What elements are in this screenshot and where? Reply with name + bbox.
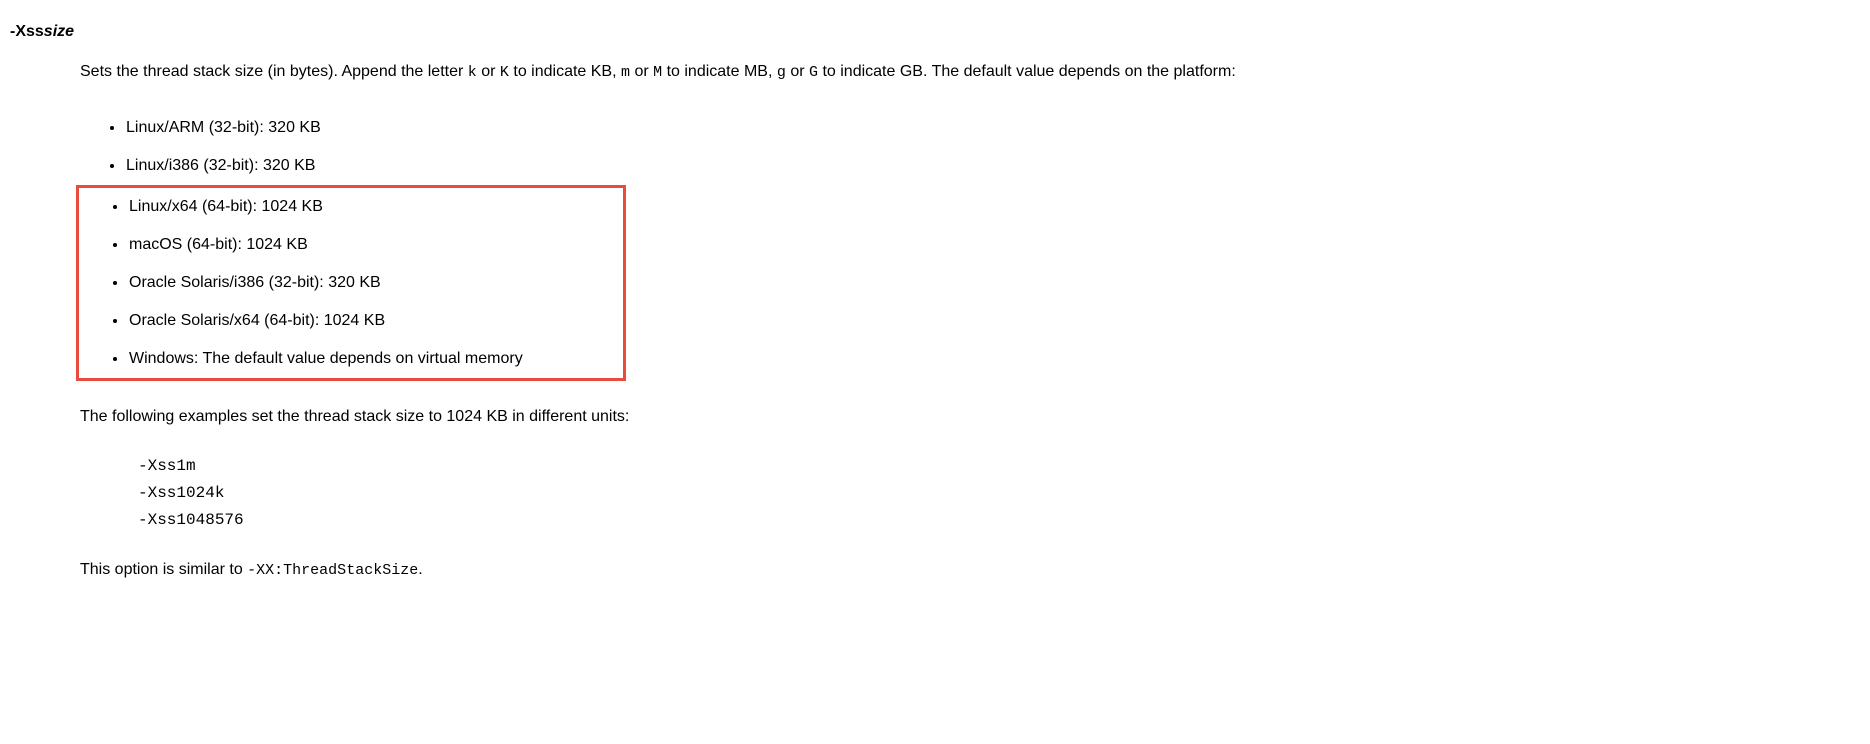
code-g: g xyxy=(777,64,786,81)
option-param: size xyxy=(44,23,74,40)
code-threadstacksize: -XX:ThreadStackSize xyxy=(247,562,418,579)
option-prefix: -Xss xyxy=(10,23,44,40)
intro-text: or xyxy=(477,63,500,80)
intro-paragraph: Sets the thread stack size (in bytes). A… xyxy=(80,60,1860,85)
platform-text: Linux/x64 (64-bit): 1024 KB xyxy=(129,198,323,215)
code-k: k xyxy=(468,64,477,81)
intro-text: Sets the thread stack size (in bytes). A… xyxy=(80,63,468,80)
similar-text: . xyxy=(418,561,422,578)
platform-text: Oracle Solaris/x64 (64-bit): 1024 KB xyxy=(129,312,385,329)
platform-text: Linux/ARM (32-bit): 320 KB xyxy=(126,119,321,136)
list-item: macOS (64-bit): 1024 KB xyxy=(83,226,623,264)
code-k-upper: K xyxy=(500,64,509,81)
intro-text: to indicate GB. The default value depend… xyxy=(818,63,1236,80)
similar-text: This option is similar to xyxy=(80,561,247,578)
list-item: Oracle Solaris/x64 (64-bit): 1024 KB xyxy=(83,302,623,340)
platform-list: Linux/ARM (32-bit): 320 KB Linux/i386 (3… xyxy=(80,109,1860,381)
platform-text: macOS (64-bit): 1024 KB xyxy=(129,236,308,253)
similar-option: This option is similar to -XX:ThreadStac… xyxy=(80,558,1860,583)
code-m: m xyxy=(621,64,630,81)
intro-text: to indicate MB, xyxy=(662,63,777,80)
platform-text: Oracle Solaris/i386 (32-bit): 320 KB xyxy=(129,274,381,291)
list-item: Windows: The default value depends on vi… xyxy=(83,340,623,378)
list-item: Linux/i386 (32-bit): 320 KB xyxy=(80,147,1860,185)
list-item: Linux/ARM (32-bit): 320 KB xyxy=(80,109,1860,147)
examples-intro: The following examples set the thread st… xyxy=(80,405,1860,429)
intro-text: or xyxy=(630,63,653,80)
platform-text: Windows: The default value depends on vi… xyxy=(129,350,523,367)
list-item: Linux/x64 (64-bit): 1024 KB xyxy=(83,188,623,226)
code-examples: -Xss1m -Xss1024k -Xss1048576 xyxy=(138,453,1860,535)
highlight-box: Linux/x64 (64-bit): 1024 KB macOS (64-bi… xyxy=(76,185,626,381)
intro-text: to indicate KB, xyxy=(509,63,621,80)
platform-text: Linux/i386 (32-bit): 320 KB xyxy=(126,157,315,174)
code-g-upper: G xyxy=(809,64,818,81)
code-m-upper: M xyxy=(653,64,662,81)
list-item: Oracle Solaris/i386 (32-bit): 320 KB xyxy=(83,264,623,302)
option-header: -Xsssize xyxy=(10,20,1860,44)
intro-text: or xyxy=(786,63,809,80)
